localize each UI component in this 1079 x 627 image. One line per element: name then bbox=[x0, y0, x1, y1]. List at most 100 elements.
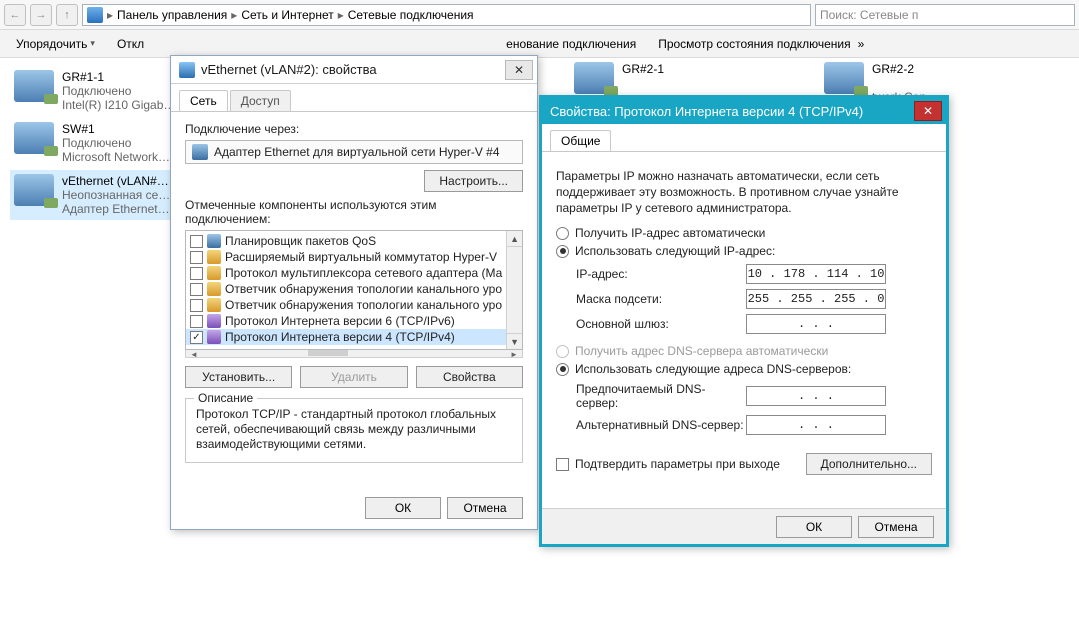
adapter-icon bbox=[192, 144, 208, 160]
description-title: Описание bbox=[194, 391, 257, 405]
component-row[interactable]: Протокол Интернета версии 6 (TCP/IPv6) bbox=[186, 313, 506, 329]
breadcrumb-part[interactable]: Сетевые подключения bbox=[348, 8, 474, 22]
cancel-button[interactable]: Отмена bbox=[447, 497, 523, 519]
component-label: Протокол Интернета версии 6 (TCP/IPv6) bbox=[225, 314, 455, 328]
components-label: Отмеченные компоненты используются этим … bbox=[185, 198, 523, 226]
network-adapter-icon bbox=[574, 62, 614, 94]
component-row[interactable]: Расширяемый виртуальный коммутатор Hyper… bbox=[186, 249, 506, 265]
scrollbar[interactable]: ▲ ▼ bbox=[506, 231, 522, 349]
component-row[interactable]: Ответчик обнаружения топологии канальног… bbox=[186, 297, 506, 313]
dialog-titlebar[interactable]: Свойства: Протокол Интернета версии 4 (T… bbox=[542, 98, 946, 124]
ipv4-properties-dialog: Свойства: Протокол Интернета версии 4 (T… bbox=[539, 95, 949, 547]
description-text: Протокол TCP/IP - стандартный протокол г… bbox=[196, 407, 512, 452]
component-label: Протокол Интернета версии 4 (TCP/IPv4) bbox=[225, 330, 455, 344]
configure-button[interactable]: Настроить... bbox=[424, 170, 523, 192]
tab-network[interactable]: Сеть bbox=[179, 90, 228, 111]
scroll-up-icon[interactable]: ▲ bbox=[507, 231, 522, 247]
checkbox-icon[interactable] bbox=[190, 235, 203, 248]
alt-dns-input[interactable]: . . . bbox=[746, 415, 886, 435]
network-adapter-icon bbox=[14, 122, 54, 154]
checkbox-icon[interactable] bbox=[190, 315, 203, 328]
dialog-titlebar[interactable]: vEthernet (vLAN#2): свойства ✕ bbox=[171, 56, 537, 84]
checkbox-icon[interactable] bbox=[190, 299, 203, 312]
component-icon bbox=[207, 266, 221, 280]
ip-address-label: IP-адрес: bbox=[576, 267, 746, 281]
connection-name: vEthernet (vLAN#… bbox=[62, 174, 170, 188]
search-input[interactable]: Поиск: Сетевые п bbox=[815, 4, 1075, 26]
uninstall-button: Удалить bbox=[300, 366, 407, 388]
component-label: Расширяемый виртуальный коммутатор Hyper… bbox=[225, 250, 497, 264]
connection-name: GR#2-2 bbox=[872, 62, 938, 76]
component-icon bbox=[207, 314, 221, 328]
component-label: Ответчик обнаружения топологии канальног… bbox=[225, 282, 502, 296]
toolbar: Упорядочить▾ Откл енование подключения П… bbox=[0, 30, 1079, 58]
nav-back-button[interactable]: ← bbox=[4, 4, 26, 26]
checkbox-icon[interactable] bbox=[190, 267, 203, 280]
toolbar-organize[interactable]: Упорядочить▾ bbox=[8, 35, 103, 53]
properties-button[interactable]: Свойства bbox=[416, 366, 523, 388]
network-adapter-icon bbox=[14, 70, 54, 102]
component-icon bbox=[207, 298, 221, 312]
connect-via-label: Подключение через: bbox=[185, 122, 523, 136]
checkbox-icon[interactable] bbox=[190, 331, 203, 344]
network-adapter-icon bbox=[824, 62, 864, 94]
checkbox-icon[interactable] bbox=[190, 251, 203, 264]
tab-general[interactable]: Общие bbox=[550, 130, 611, 151]
component-row[interactable]: Протокол Интернета версии 4 (TCP/IPv4) bbox=[186, 329, 506, 345]
component-row[interactable]: Планировщик пакетов QoS bbox=[186, 233, 506, 249]
subnet-mask-input[interactable]: 255 . 255 . 255 . 0 bbox=[746, 289, 886, 309]
ok-button[interactable]: ОК bbox=[776, 516, 852, 538]
adapter-icon bbox=[179, 62, 195, 78]
component-row[interactable]: Ответчик обнаружения топологии канальног… bbox=[186, 281, 506, 297]
validate-on-exit-checkbox[interactable]: Подтвердить параметры при выходе bbox=[556, 457, 780, 471]
alt-dns-label: Альтернативный DNS-сервер: bbox=[576, 418, 746, 432]
ip-address-input[interactable]: 10 . 178 . 114 . 10 bbox=[746, 264, 886, 284]
connection-adapter: Адаптер Ethernet… bbox=[62, 202, 170, 216]
connection-name: SW#1 bbox=[62, 122, 170, 136]
close-button[interactable]: ✕ bbox=[505, 60, 533, 80]
radio-dns-manual[interactable]: Использовать следующие адреса DNS-сервер… bbox=[556, 362, 932, 376]
checkbox-icon bbox=[556, 458, 569, 471]
close-button[interactable]: ✕ bbox=[914, 101, 942, 121]
nav-fwd-button[interactable]: → bbox=[30, 4, 52, 26]
radio-icon bbox=[556, 227, 569, 240]
component-label: Планировщик пакетов QoS bbox=[225, 234, 376, 248]
breadcrumb-part[interactable]: Панель управления bbox=[117, 8, 227, 22]
connection-adapter: Intel(R) I210 Gigab… bbox=[62, 98, 175, 112]
connection-adapter: Microsoft Network… bbox=[62, 150, 170, 164]
dialog-title: Свойства: Протокол Интернета версии 4 (T… bbox=[550, 104, 863, 119]
preferred-dns-label: Предпочитаемый DNS-сервер: bbox=[576, 382, 746, 410]
preferred-dns-input[interactable]: . . . bbox=[746, 386, 886, 406]
radio-icon bbox=[556, 345, 569, 358]
horizontal-scrollbar[interactable]: ◄► bbox=[185, 350, 523, 358]
gateway-input[interactable]: . . . bbox=[746, 314, 886, 334]
component-row[interactable]: Протокол мультиплексора сетевого адаптер… bbox=[186, 265, 506, 281]
ipv4-description: Параметры IP можно назначать автоматичес… bbox=[556, 168, 932, 216]
connection-item[interactable]: GR#2-1 bbox=[570, 58, 800, 98]
radio-ip-manual[interactable]: Использовать следующий IP-адрес: bbox=[556, 244, 932, 258]
nav-up-button[interactable]: ↑ bbox=[56, 4, 78, 26]
tabs: Сеть Доступ bbox=[171, 84, 537, 112]
toolbar-status[interactable]: Просмотр состояния подключения» bbox=[650, 35, 872, 53]
component-icon bbox=[207, 330, 221, 344]
radio-dns-auto: Получить адрес DNS-сервера автоматически bbox=[556, 344, 932, 358]
search-placeholder: Поиск: Сетевые п bbox=[820, 8, 918, 22]
cancel-button[interactable]: Отмена bbox=[858, 516, 934, 538]
toolbar-rename[interactable]: енование подключения bbox=[498, 35, 644, 53]
scroll-down-icon[interactable]: ▼ bbox=[507, 333, 522, 349]
adapter-properties-dialog: vEthernet (vLAN#2): свойства ✕ Сеть Дост… bbox=[170, 55, 538, 530]
advanced-button[interactable]: Дополнительно... bbox=[806, 453, 932, 475]
toolbar-disable[interactable]: Откл bbox=[109, 35, 152, 53]
tab-access[interactable]: Доступ bbox=[230, 90, 291, 111]
component-icon bbox=[207, 234, 221, 248]
connection-status: Неопознанная се… bbox=[62, 188, 170, 202]
radio-ip-auto[interactable]: Получить IP-адрес автоматически bbox=[556, 226, 932, 240]
checkbox-icon[interactable] bbox=[190, 283, 203, 296]
component-icon bbox=[207, 282, 221, 296]
breadcrumb[interactable]: ▸ Панель управления ▸ Сеть и Интернет ▸ … bbox=[82, 4, 811, 26]
component-label: Ответчик обнаружения топологии канальног… bbox=[225, 298, 502, 312]
breadcrumb-part[interactable]: Сеть и Интернет bbox=[241, 8, 333, 22]
component-label: Протокол мультиплексора сетевого адаптер… bbox=[225, 266, 502, 280]
install-button[interactable]: Установить... bbox=[185, 366, 292, 388]
ok-button[interactable]: ОК bbox=[365, 497, 441, 519]
